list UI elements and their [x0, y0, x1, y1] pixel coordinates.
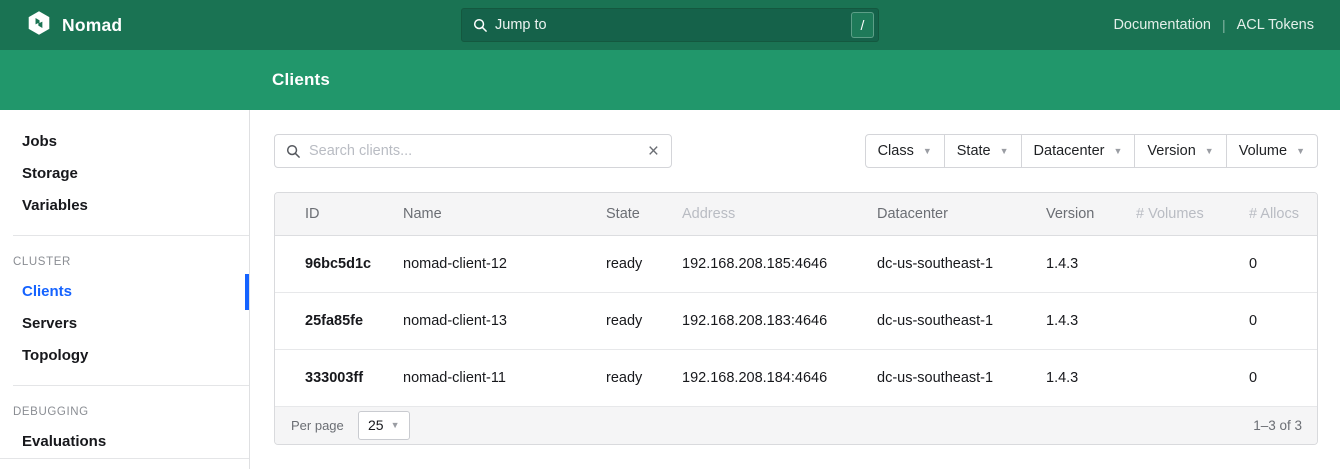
jump-to-search: /	[461, 8, 879, 42]
sidebar-divider	[13, 385, 249, 386]
page-title: Clients	[272, 70, 330, 90]
brand-home-link[interactable]: Nomad	[26, 10, 122, 41]
pagination-range: 1–3 of 3	[1253, 418, 1302, 433]
filter-class-button[interactable]: Class ▼	[865, 134, 945, 168]
cell-state[interactable]: ready	[606, 235, 682, 292]
sidebar-item-topology[interactable]: Topology	[0, 340, 249, 372]
per-page-label: Per page	[291, 418, 344, 433]
sidebar-item-jobs[interactable]: Jobs	[0, 126, 249, 158]
chevron-down-icon: ▼	[1296, 147, 1305, 156]
sidebar-section-debugging: DEBUGGING	[0, 398, 249, 426]
clear-search-icon[interactable]: ×	[646, 142, 661, 161]
client-row[interactable]: 96bc5d1c nomad-client-12 ready 192.168.2…	[275, 235, 1317, 292]
cell-volumes[interactable]	[1136, 292, 1249, 349]
chevron-down-icon: ▼	[391, 421, 400, 430]
cell-allocs[interactable]: 0	[1249, 292, 1317, 349]
column-header-name[interactable]: Name	[403, 193, 606, 235]
link-separator: |	[1222, 17, 1226, 33]
brand-name: Nomad	[62, 15, 122, 36]
top-navbar: Nomad / Documentation | ACL Tokens	[0, 0, 1340, 50]
clients-search-box: ×	[274, 134, 672, 168]
cell-allocs[interactable]: 0	[1249, 235, 1317, 292]
cell-name[interactable]: nomad-client-13	[403, 292, 606, 349]
column-header-datacenter[interactable]: Datacenter	[877, 193, 1046, 235]
column-header-state[interactable]: State	[606, 193, 682, 235]
column-header-volumes: # Volumes	[1136, 193, 1249, 235]
subnav: Clients	[0, 50, 1340, 110]
cell-version[interactable]: 1.4.3	[1046, 349, 1136, 406]
cell-id[interactable]: 25fa85fe	[275, 292, 403, 349]
cell-datacenter[interactable]: dc-us-southeast-1	[877, 349, 1046, 406]
search-clients-input[interactable]	[309, 143, 646, 159]
clients-table: ID Name State Address Datacenter Version…	[275, 193, 1317, 407]
filter-datacenter-button[interactable]: Datacenter ▼	[1021, 134, 1136, 168]
cell-volumes[interactable]	[1136, 235, 1249, 292]
cell-volumes[interactable]	[1136, 349, 1249, 406]
sidebar-item-storage[interactable]: Storage	[0, 158, 249, 190]
main-content: × Class ▼ State ▼ Datacenter ▼ Version ▼	[250, 110, 1340, 469]
sidebar-divider	[13, 235, 249, 236]
documentation-link[interactable]: Documentation	[1113, 17, 1211, 33]
column-header-allocs: # Allocs	[1249, 193, 1317, 235]
clients-table-card: ID Name State Address Datacenter Version…	[274, 192, 1318, 445]
jump-to-input[interactable]	[495, 17, 851, 33]
search-icon	[473, 18, 488, 33]
cell-version[interactable]: 1.4.3	[1046, 235, 1136, 292]
cell-version[interactable]: 1.4.3	[1046, 292, 1136, 349]
client-row[interactable]: 25fa85fe nomad-client-13 ready 192.168.2…	[275, 292, 1317, 349]
nomad-logo-icon	[26, 10, 52, 41]
sidebar-item-clients[interactable]: Clients	[0, 276, 249, 308]
chevron-down-icon: ▼	[923, 147, 932, 156]
acl-tokens-link[interactable]: ACL Tokens	[1237, 17, 1314, 33]
table-footer: Per page 25 ▼ 1–3 of 3	[275, 407, 1317, 444]
per-page-select[interactable]: 25 ▼	[358, 411, 410, 440]
sidebar-item-servers[interactable]: Servers	[0, 308, 249, 340]
chevron-down-icon: ▼	[1000, 147, 1009, 156]
topnav-links: Documentation | ACL Tokens	[1113, 17, 1314, 33]
table-header-row: ID Name State Address Datacenter Version…	[275, 193, 1317, 235]
chevron-down-icon: ▼	[1113, 147, 1122, 156]
filter-version-button[interactable]: Version ▼	[1134, 134, 1226, 168]
sidebar: Jobs Storage Variables CLUSTER Clients S…	[0, 110, 250, 469]
cell-address[interactable]: 192.168.208.184:4646	[682, 349, 877, 406]
cell-address[interactable]: 192.168.208.183:4646	[682, 292, 877, 349]
cell-name[interactable]: nomad-client-11	[403, 349, 606, 406]
sidebar-item-evaluations[interactable]: Evaluations	[0, 426, 249, 458]
filter-volume-button[interactable]: Volume ▼	[1226, 134, 1318, 168]
cell-datacenter[interactable]: dc-us-southeast-1	[877, 235, 1046, 292]
filter-state-button[interactable]: State ▼	[944, 134, 1022, 168]
cell-datacenter[interactable]: dc-us-southeast-1	[877, 292, 1046, 349]
column-header-id[interactable]: ID	[275, 193, 403, 235]
column-header-version[interactable]: Version	[1046, 193, 1136, 235]
search-icon	[286, 144, 301, 159]
filter-bar: Class ▼ State ▼ Datacenter ▼ Version ▼ V…	[865, 134, 1318, 168]
chevron-down-icon: ▼	[1205, 147, 1214, 156]
cell-state[interactable]: ready	[606, 349, 682, 406]
cell-name[interactable]: nomad-client-12	[403, 235, 606, 292]
version-label: v1.4.3	[0, 458, 249, 469]
sidebar-section-cluster: CLUSTER	[0, 248, 249, 276]
cell-id[interactable]: 333003ff	[275, 349, 403, 406]
cell-allocs[interactable]: 0	[1249, 349, 1317, 406]
client-row[interactable]: 333003ff nomad-client-11 ready 192.168.2…	[275, 349, 1317, 406]
cell-address[interactable]: 192.168.208.185:4646	[682, 235, 877, 292]
cell-state[interactable]: ready	[606, 292, 682, 349]
column-header-address: Address	[682, 193, 877, 235]
slash-shortcut-badge: /	[851, 12, 874, 38]
sidebar-item-variables[interactable]: Variables	[0, 190, 249, 222]
cell-id[interactable]: 96bc5d1c	[275, 235, 403, 292]
